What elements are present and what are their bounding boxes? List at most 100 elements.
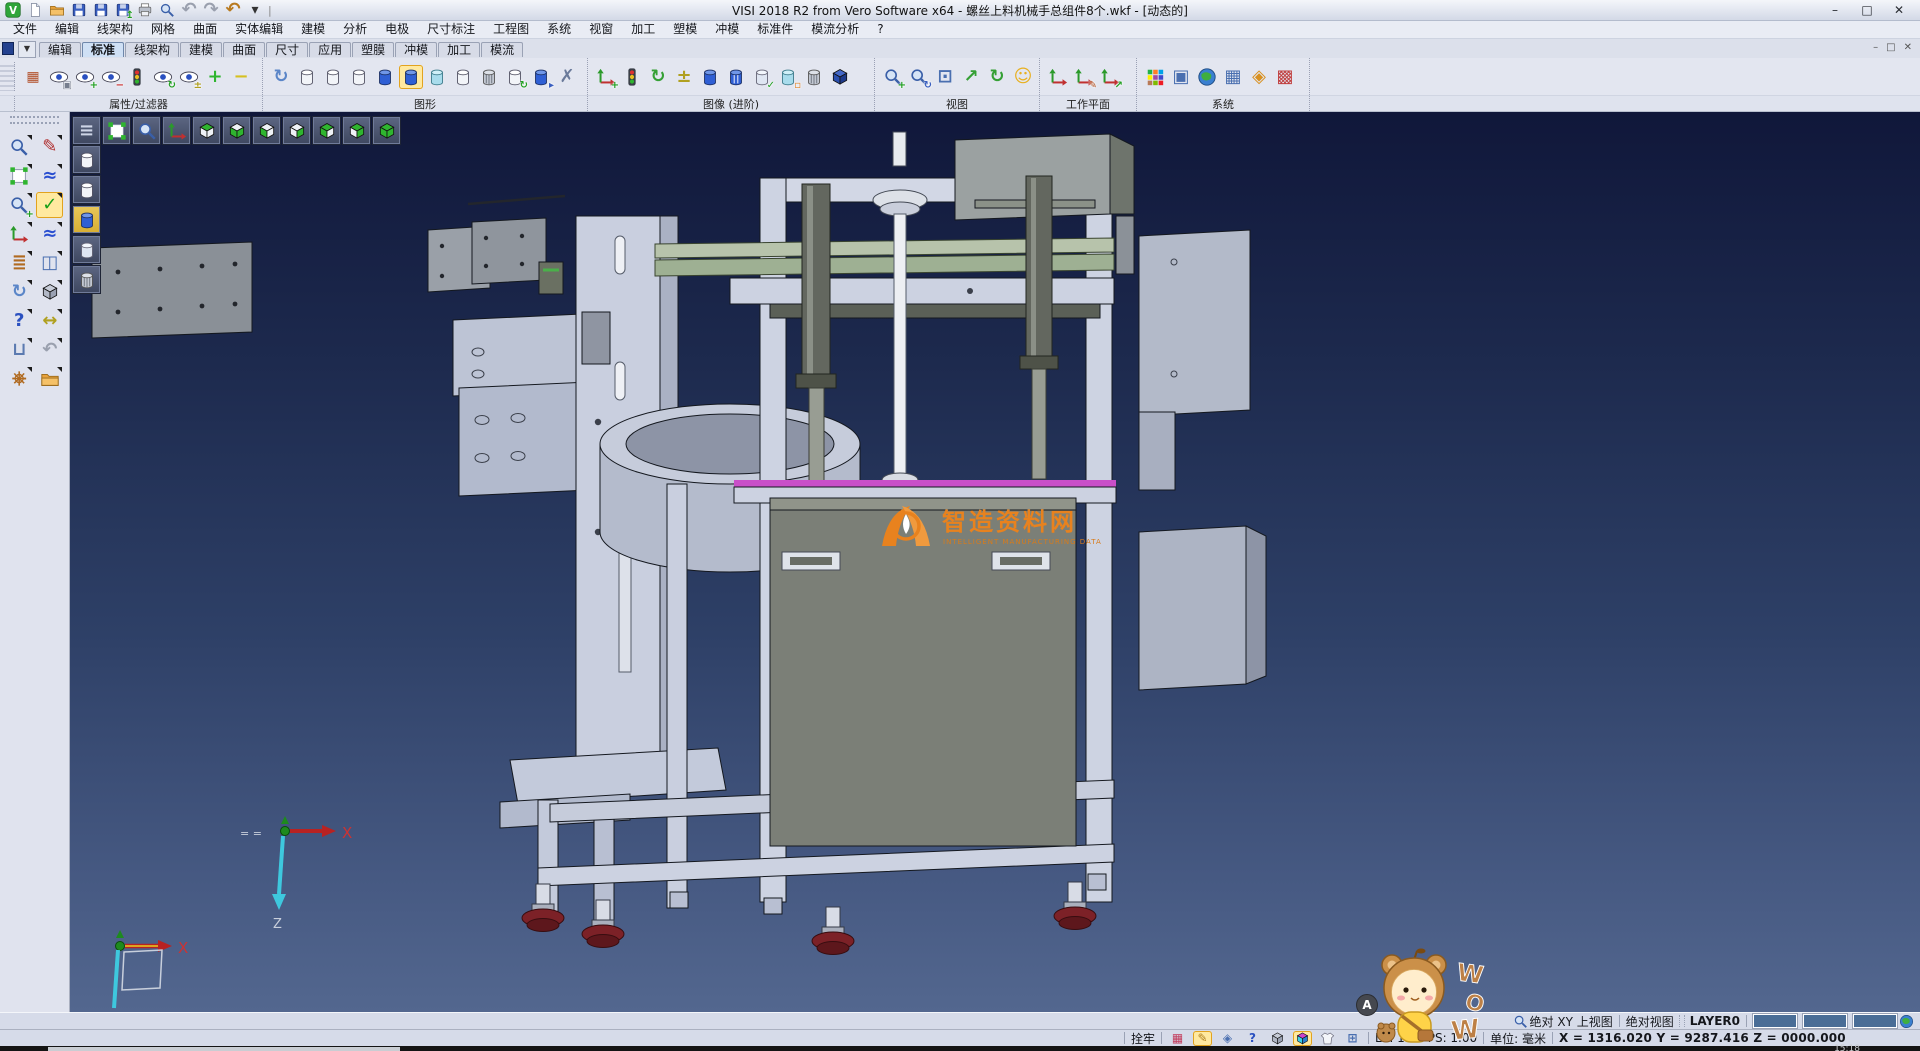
input-method-badge[interactable]: A [1356,994,1378,1016]
view-hatched-cylinder-icon[interactable] [802,65,826,89]
wire-transparent-cylinder-icon[interactable] [451,65,475,89]
view-validate-icon[interactable]: ✓ [750,65,774,89]
hide-all-icon[interactable]: − [229,65,253,89]
pan-view-icon[interactable]: ↗ [959,65,983,89]
view-top-icon[interactable] [192,116,221,145]
menu-item-?[interactable]: ? [868,21,892,38]
dynamic-cube-icon[interactable] [1293,1031,1312,1046]
picker-icon[interactable]: ◈ [1218,1031,1237,1046]
quick-access-dropdown-icon[interactable]: ▾ [245,1,265,19]
workplane-define-icon[interactable] [1046,65,1070,89]
table-config-icon[interactable]: ▦ [1221,65,1245,89]
print-icon[interactable] [135,1,155,19]
flat-shaded-cylinder-icon[interactable] [373,65,397,89]
status-search-icon[interactable] [1511,1014,1530,1029]
confirm-icon[interactable]: ✓ [36,192,63,218]
attributes-layers-icon[interactable]: ≣ [6,250,33,276]
tab-曲面[interactable]: 曲面 [223,42,265,57]
view-toggle-icon[interactable]: ± [672,65,696,89]
open-project-icon[interactable] [36,366,63,392]
menu-item-模流分析[interactable]: 模流分析 [802,21,868,38]
redraw-view-icon[interactable]: ↻ [6,279,33,305]
view-striped-cylinder-icon[interactable] [724,65,748,89]
view-back-icon[interactable] [342,116,371,145]
shading-settings-icon[interactable]: ✗ [555,65,579,89]
entity-color-swatch[interactable] [1853,1014,1897,1028]
menu-item-冲模[interactable]: 冲模 [706,21,748,38]
viewport-3d[interactable]: ≡ [70,112,1920,1012]
print-preview-icon[interactable] [157,1,177,19]
desktop-mascot[interactable]: W O W [1372,948,1504,1048]
update-shading-cylinder-icon[interactable]: ▸ [529,65,553,89]
split-window-icon[interactable]: ⊞ [1343,1031,1362,1046]
tab-list-dropdown[interactable]: ▼ [18,41,36,58]
undo-edit-icon[interactable]: ↶ [36,337,63,363]
filter-toggle-icon[interactable]: ± [177,65,201,89]
zoom-window-icon[interactable]: + [6,192,33,218]
layer-color-swatch[interactable] [1753,1014,1797,1028]
viewport-menu-icon[interactable]: ≡ [72,116,101,145]
zoom-dynamic-icon[interactable] [6,134,33,160]
view-iso-icon[interactable] [372,116,401,145]
ribbon-drag-handle[interactable] [0,62,15,91]
redo-icon[interactable]: ↷ [201,1,221,19]
filter-add-icon[interactable]: + [73,65,97,89]
color-table-icon[interactable] [1143,65,1167,89]
zoom-previous-icon[interactable]: ↻ [907,65,931,89]
minimize-button[interactable]: – [1828,3,1842,17]
save-as-icon[interactable] [91,1,111,19]
menu-item-文件[interactable]: 文件 [4,21,46,38]
edit-attributes-icon[interactable]: ▦ [21,65,45,89]
filter-refresh-icon[interactable]: ↻ [151,65,175,89]
save-all-icon[interactable]: ↥ [113,1,133,19]
menu-item-加工[interactable]: 加工 [622,21,664,38]
docking-icon[interactable] [2,42,14,55]
visi-logo[interactable]: V [3,1,23,19]
menu-item-网格[interactable]: 网格 [142,21,184,38]
hidden-dashed-cylinder-icon[interactable] [321,65,345,89]
mdi-minimize-button[interactable]: – [1873,42,1878,53]
render-face-icon[interactable]: ☺ [1011,65,1035,89]
new-document-icon[interactable] [25,1,45,19]
close-button[interactable]: ✕ [1892,3,1906,17]
menu-item-线架构[interactable]: 线架构 [88,21,142,38]
ucs-icon[interactable] [6,221,33,247]
view-bottom-icon[interactable] [222,116,251,145]
active-layer-label[interactable]: LAYER0 [1690,1014,1740,1028]
menu-item-塑模[interactable]: 塑模 [664,21,706,38]
zoom-in-icon[interactable]: + [881,65,905,89]
regenerate-cylinder-icon[interactable]: ↻ [503,65,527,89]
wireframe-cylinder-icon[interactable] [295,65,319,89]
magic-wand-icon[interactable]: ✎ [1193,1031,1212,1046]
tab-编辑[interactable]: 编辑 [39,42,81,57]
menu-item-曲面[interactable]: 曲面 [184,21,226,38]
solids-icon[interactable] [36,279,63,305]
open-document-icon[interactable] [47,1,67,19]
transparent-cylinder-icon[interactable] [425,65,449,89]
view-shaded-cylinder-icon[interactable] [698,65,722,89]
menu-item-实体编辑[interactable]: 实体编辑 [226,21,292,38]
smooth-shaded-cylinder-icon[interactable] [399,65,423,89]
tab-线架构[interactable]: 线架构 [125,42,179,57]
menu-item-系统[interactable]: 系统 [538,21,580,38]
spline-icon[interactable]: ≈ [36,163,63,189]
menu-item-电极[interactable]: 电极 [376,21,418,38]
system-config-icon[interactable] [1195,65,1219,89]
mdi-restore-button[interactable]: □ [1886,42,1895,53]
tab-应用[interactable]: 应用 [309,42,351,57]
tab-加工[interactable]: 加工 [438,42,480,57]
left-toolbar-handle[interactable] [10,116,59,124]
snap-grid-icon[interactable]: ▦ [1168,1031,1187,1046]
view-reference-icon[interactable]: ▫ [776,65,800,89]
machining-icon[interactable]: ⎈ [6,366,33,392]
menu-item-标准件[interactable]: 标准件 [748,21,802,38]
transparent-mode-icon[interactable] [72,265,101,294]
menu-item-尺寸标注[interactable]: 尺寸标注 [418,21,484,38]
view-traffic-filter-icon[interactable] [620,65,644,89]
selection-filter-icon[interactable] [125,65,149,89]
line-color-swatch[interactable] [1803,1014,1847,1028]
workplane-edit-icon[interactable]: ✎ [1072,65,1096,89]
undo-icon[interactable]: ↶ [179,1,199,19]
globe-icon[interactable] [1897,1014,1916,1029]
curve-edit-icon[interactable]: ≈ [36,221,63,247]
